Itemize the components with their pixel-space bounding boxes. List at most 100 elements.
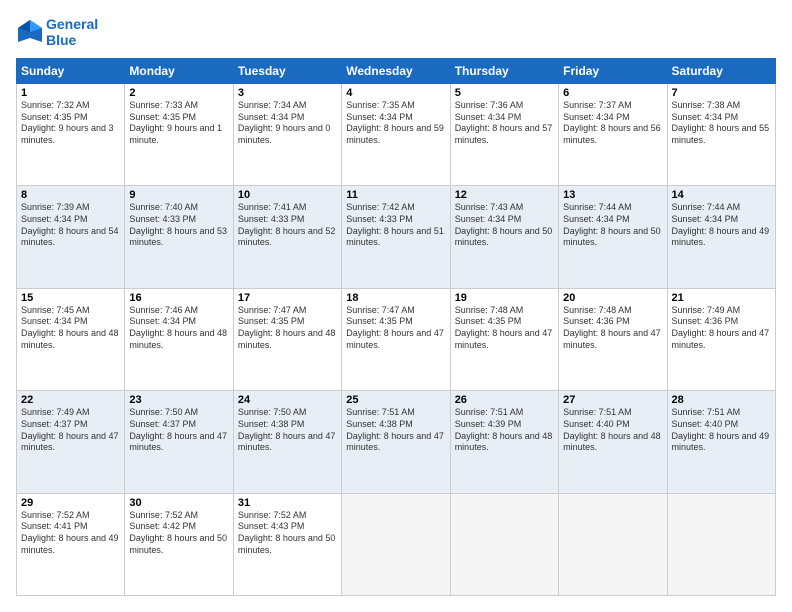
calendar-cell: 25Sunrise: 7:51 AMSunset: 4:38 PMDayligh… [342, 391, 450, 493]
calendar-cell: 4Sunrise: 7:35 AMSunset: 4:34 PMDaylight… [342, 84, 450, 186]
day-info: Sunrise: 7:51 AMSunset: 4:40 PMDaylight:… [672, 407, 771, 454]
day-info: Sunrise: 7:48 AMSunset: 4:35 PMDaylight:… [455, 305, 554, 352]
calendar-cell: 17Sunrise: 7:47 AMSunset: 4:35 PMDayligh… [233, 288, 341, 390]
calendar-cell: 29Sunrise: 7:52 AMSunset: 4:41 PMDayligh… [17, 493, 125, 595]
day-info: Sunrise: 7:42 AMSunset: 4:33 PMDaylight:… [346, 202, 445, 249]
day-number: 22 [21, 394, 120, 406]
day-info: Sunrise: 7:52 AMSunset: 4:43 PMDaylight:… [238, 510, 337, 557]
week-row-3: 15Sunrise: 7:45 AMSunset: 4:34 PMDayligh… [17, 288, 776, 390]
day-number: 24 [238, 394, 337, 406]
day-header-saturday: Saturday [667, 59, 775, 84]
calendar-cell: 15Sunrise: 7:45 AMSunset: 4:34 PMDayligh… [17, 288, 125, 390]
day-info: Sunrise: 7:35 AMSunset: 4:34 PMDaylight:… [346, 100, 445, 147]
page: General Blue SundayMondayTuesdayWednesda… [0, 0, 792, 612]
calendar-cell: 16Sunrise: 7:46 AMSunset: 4:34 PMDayligh… [125, 288, 233, 390]
day-number: 12 [455, 189, 554, 201]
calendar-cell: 22Sunrise: 7:49 AMSunset: 4:37 PMDayligh… [17, 391, 125, 493]
calendar-cell: 28Sunrise: 7:51 AMSunset: 4:40 PMDayligh… [667, 391, 775, 493]
day-number: 20 [563, 292, 662, 304]
day-number: 8 [21, 189, 120, 201]
day-info: Sunrise: 7:52 AMSunset: 4:41 PMDaylight:… [21, 510, 120, 557]
week-row-4: 22Sunrise: 7:49 AMSunset: 4:37 PMDayligh… [17, 391, 776, 493]
day-info: Sunrise: 7:51 AMSunset: 4:39 PMDaylight:… [455, 407, 554, 454]
day-info: Sunrise: 7:36 AMSunset: 4:34 PMDaylight:… [455, 100, 554, 147]
calendar-cell: 30Sunrise: 7:52 AMSunset: 4:42 PMDayligh… [125, 493, 233, 595]
day-number: 21 [672, 292, 771, 304]
day-number: 17 [238, 292, 337, 304]
calendar-cell: 11Sunrise: 7:42 AMSunset: 4:33 PMDayligh… [342, 186, 450, 288]
day-number: 26 [455, 394, 554, 406]
calendar-cell: 27Sunrise: 7:51 AMSunset: 4:40 PMDayligh… [559, 391, 667, 493]
day-info: Sunrise: 7:47 AMSunset: 4:35 PMDaylight:… [346, 305, 445, 352]
day-number: 15 [21, 292, 120, 304]
calendar-cell: 24Sunrise: 7:50 AMSunset: 4:38 PMDayligh… [233, 391, 341, 493]
day-info: Sunrise: 7:34 AMSunset: 4:34 PMDaylight:… [238, 100, 337, 147]
day-info: Sunrise: 7:50 AMSunset: 4:38 PMDaylight:… [238, 407, 337, 454]
day-number: 9 [129, 189, 228, 201]
calendar-cell: 2Sunrise: 7:33 AMSunset: 4:35 PMDaylight… [125, 84, 233, 186]
day-info: Sunrise: 7:40 AMSunset: 4:33 PMDaylight:… [129, 202, 228, 249]
day-info: Sunrise: 7:46 AMSunset: 4:34 PMDaylight:… [129, 305, 228, 352]
day-info: Sunrise: 7:37 AMSunset: 4:34 PMDaylight:… [563, 100, 662, 147]
calendar-cell [667, 493, 775, 595]
calendar-cell: 26Sunrise: 7:51 AMSunset: 4:39 PMDayligh… [450, 391, 558, 493]
day-number: 28 [672, 394, 771, 406]
day-number: 30 [129, 497, 228, 509]
day-number: 27 [563, 394, 662, 406]
day-number: 29 [21, 497, 120, 509]
day-number: 5 [455, 87, 554, 99]
day-info: Sunrise: 7:32 AMSunset: 4:35 PMDaylight:… [21, 100, 120, 147]
day-info: Sunrise: 7:48 AMSunset: 4:36 PMDaylight:… [563, 305, 662, 352]
day-number: 2 [129, 87, 228, 99]
day-info: Sunrise: 7:44 AMSunset: 4:34 PMDaylight:… [563, 202, 662, 249]
calendar-cell: 1Sunrise: 7:32 AMSunset: 4:35 PMDaylight… [17, 84, 125, 186]
calendar-cell: 14Sunrise: 7:44 AMSunset: 4:34 PMDayligh… [667, 186, 775, 288]
day-header-monday: Monday [125, 59, 233, 84]
day-info: Sunrise: 7:43 AMSunset: 4:34 PMDaylight:… [455, 202, 554, 249]
day-header-sunday: Sunday [17, 59, 125, 84]
calendar-table: SundayMondayTuesdayWednesdayThursdayFrid… [16, 58, 776, 596]
day-number: 16 [129, 292, 228, 304]
calendar-cell: 5Sunrise: 7:36 AMSunset: 4:34 PMDaylight… [450, 84, 558, 186]
header: General Blue [16, 16, 776, 48]
calendar-cell: 21Sunrise: 7:49 AMSunset: 4:36 PMDayligh… [667, 288, 775, 390]
day-number: 3 [238, 87, 337, 99]
calendar-cell: 31Sunrise: 7:52 AMSunset: 4:43 PMDayligh… [233, 493, 341, 595]
calendar-cell: 12Sunrise: 7:43 AMSunset: 4:34 PMDayligh… [450, 186, 558, 288]
week-row-5: 29Sunrise: 7:52 AMSunset: 4:41 PMDayligh… [17, 493, 776, 595]
logo-text: General Blue [46, 16, 98, 48]
calendar-cell: 3Sunrise: 7:34 AMSunset: 4:34 PMDaylight… [233, 84, 341, 186]
day-info: Sunrise: 7:38 AMSunset: 4:34 PMDaylight:… [672, 100, 771, 147]
calendar-cell: 7Sunrise: 7:38 AMSunset: 4:34 PMDaylight… [667, 84, 775, 186]
logo: General Blue [16, 16, 98, 48]
day-info: Sunrise: 7:33 AMSunset: 4:35 PMDaylight:… [129, 100, 228, 147]
day-number: 1 [21, 87, 120, 99]
calendar-cell [559, 493, 667, 595]
week-row-1: 1Sunrise: 7:32 AMSunset: 4:35 PMDaylight… [17, 84, 776, 186]
calendar-cell [450, 493, 558, 595]
calendar-cell: 6Sunrise: 7:37 AMSunset: 4:34 PMDaylight… [559, 84, 667, 186]
calendar-cell: 23Sunrise: 7:50 AMSunset: 4:37 PMDayligh… [125, 391, 233, 493]
day-number: 18 [346, 292, 445, 304]
calendar-cell [342, 493, 450, 595]
calendar-cell: 10Sunrise: 7:41 AMSunset: 4:33 PMDayligh… [233, 186, 341, 288]
day-number: 14 [672, 189, 771, 201]
day-info: Sunrise: 7:51 AMSunset: 4:38 PMDaylight:… [346, 407, 445, 454]
day-info: Sunrise: 7:45 AMSunset: 4:34 PMDaylight:… [21, 305, 120, 352]
day-number: 10 [238, 189, 337, 201]
day-info: Sunrise: 7:49 AMSunset: 4:37 PMDaylight:… [21, 407, 120, 454]
day-number: 31 [238, 497, 337, 509]
day-header-wednesday: Wednesday [342, 59, 450, 84]
calendar-header-row: SundayMondayTuesdayWednesdayThursdayFrid… [17, 59, 776, 84]
calendar-cell: 9Sunrise: 7:40 AMSunset: 4:33 PMDaylight… [125, 186, 233, 288]
day-number: 19 [455, 292, 554, 304]
day-info: Sunrise: 7:47 AMSunset: 4:35 PMDaylight:… [238, 305, 337, 352]
day-number: 23 [129, 394, 228, 406]
day-info: Sunrise: 7:39 AMSunset: 4:34 PMDaylight:… [21, 202, 120, 249]
day-number: 6 [563, 87, 662, 99]
day-number: 7 [672, 87, 771, 99]
day-header-thursday: Thursday [450, 59, 558, 84]
day-info: Sunrise: 7:52 AMSunset: 4:42 PMDaylight:… [129, 510, 228, 557]
calendar-cell: 18Sunrise: 7:47 AMSunset: 4:35 PMDayligh… [342, 288, 450, 390]
calendar-cell: 19Sunrise: 7:48 AMSunset: 4:35 PMDayligh… [450, 288, 558, 390]
